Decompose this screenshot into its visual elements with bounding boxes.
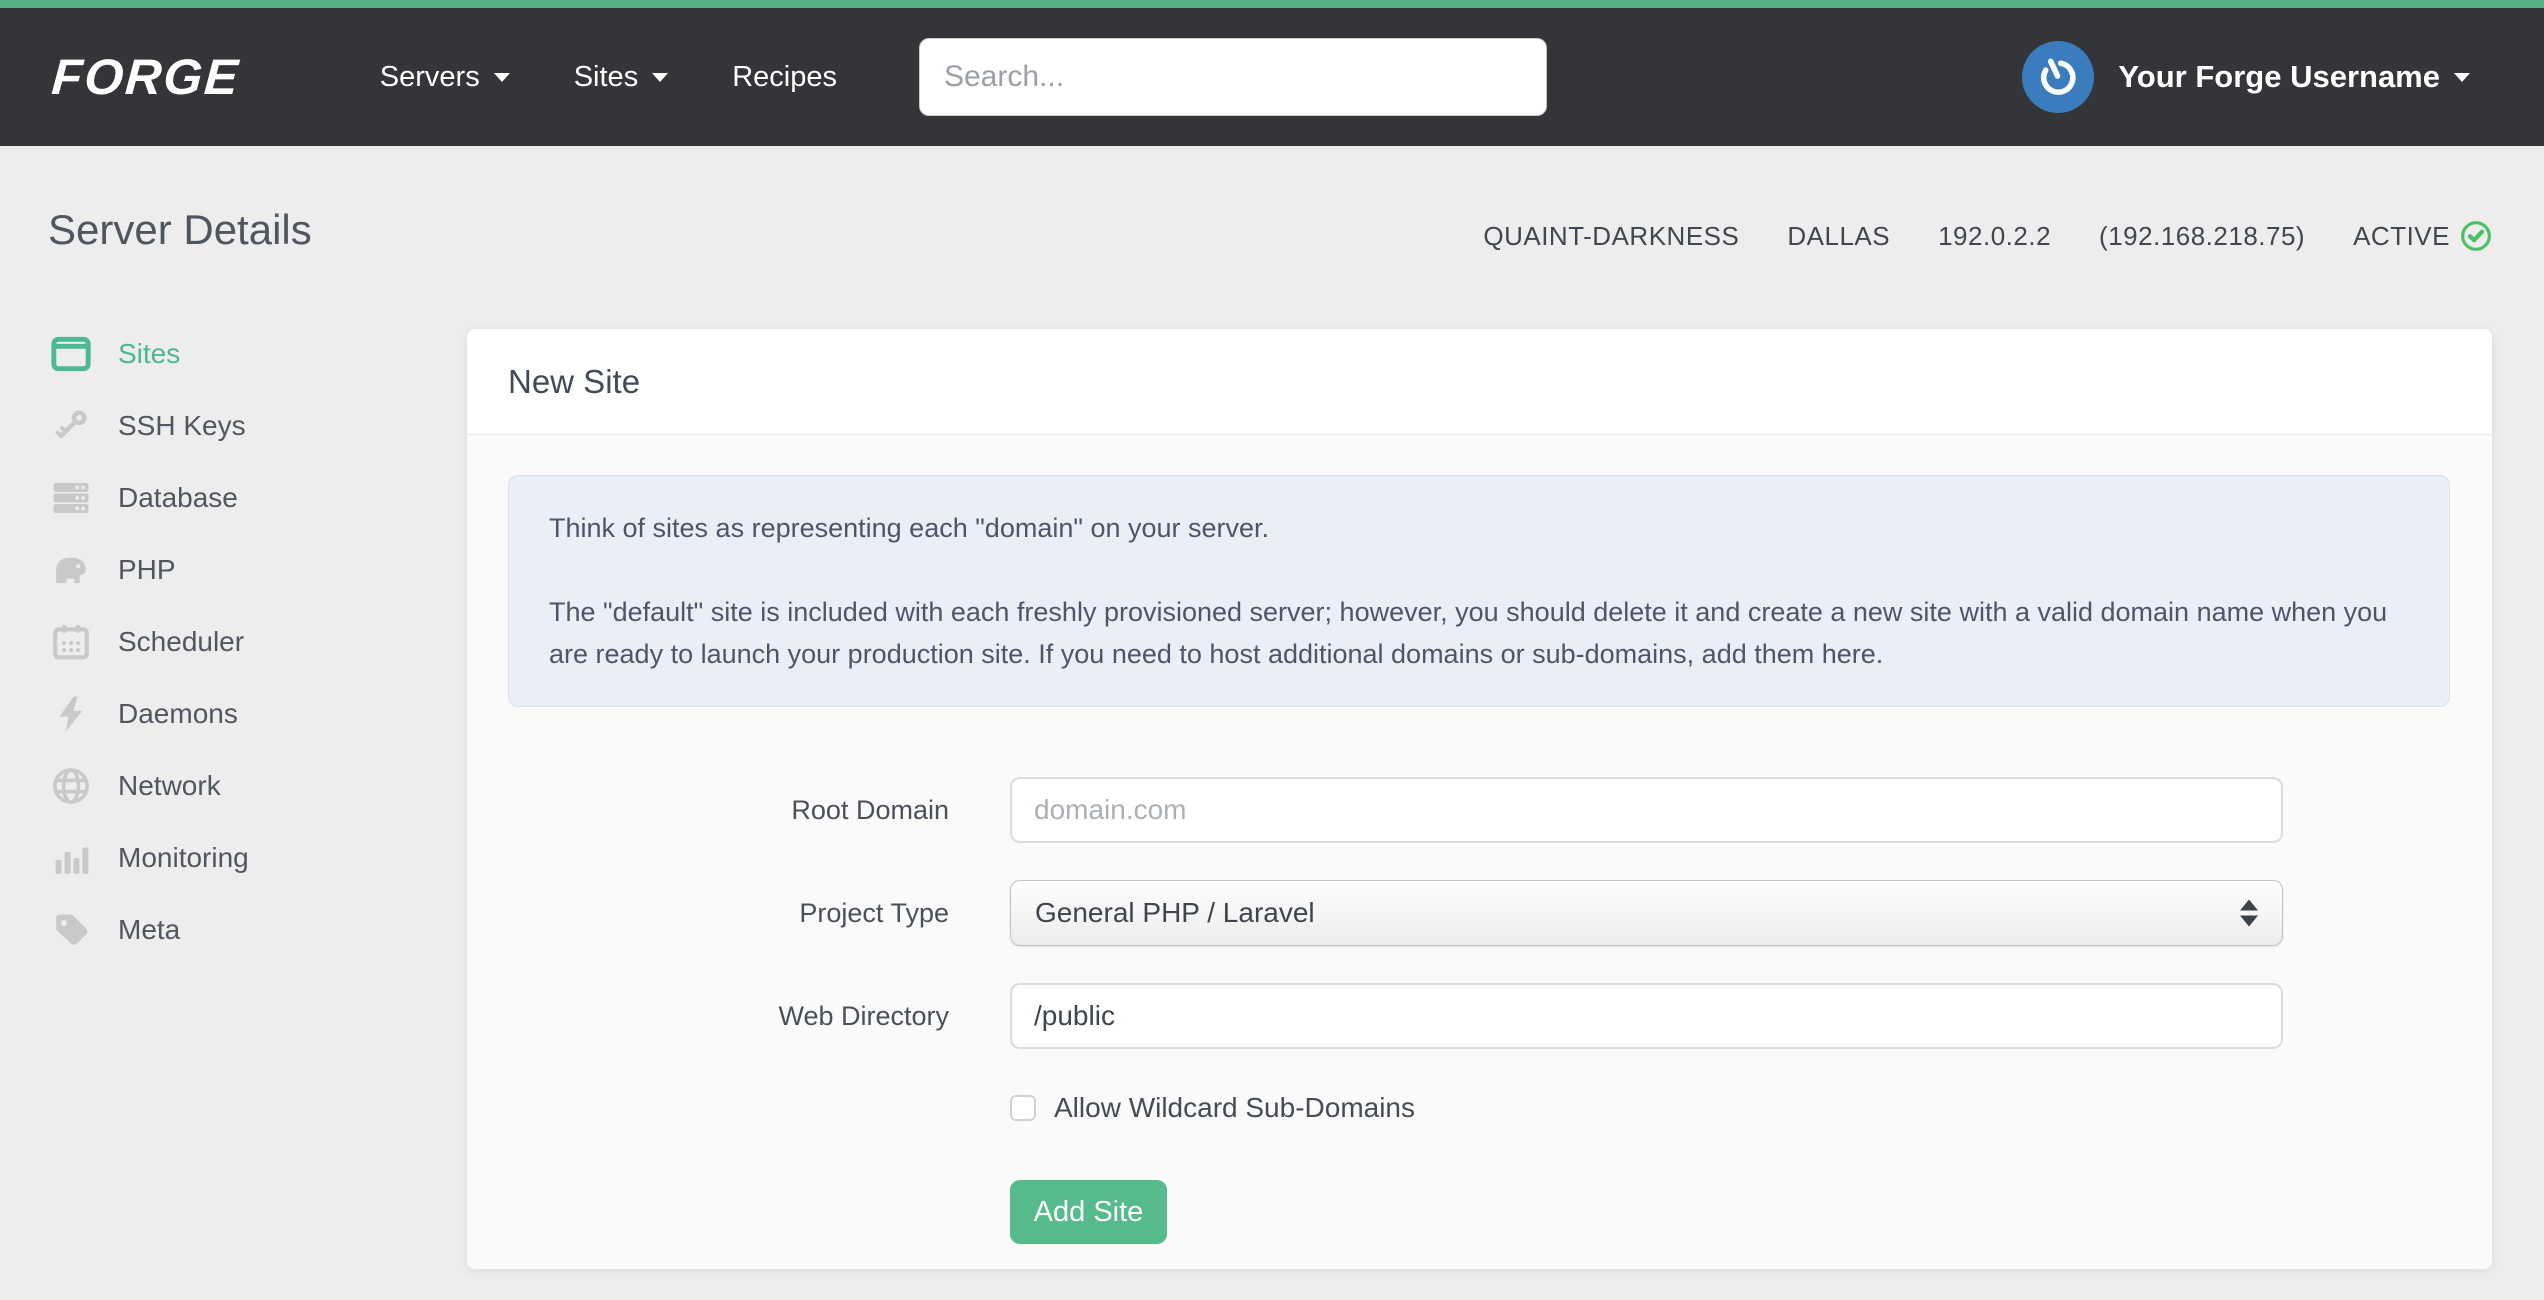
card-title: New Site — [508, 362, 641, 400]
sidebar-item-label: Scheduler — [118, 626, 245, 657]
sidebar-item-label: Monitoring — [118, 842, 249, 873]
chevron-down-icon — [493, 72, 510, 82]
wildcard-subdomains-checkbox[interactable] — [1010, 1095, 1036, 1121]
server-meta: QUAINT-DARKNESS DALLAS 192.0.2.2 (192.16… — [1483, 220, 2492, 252]
card-header: New Site — [467, 329, 2492, 435]
sidebar-item-sites[interactable]: Sites — [48, 318, 448, 390]
sidebar-item-label: Sites — [118, 338, 181, 369]
power-icon — [2041, 58, 2077, 95]
top-navbar: FORGE Servers Sites Recipes Your Forge U… — [0, 8, 2544, 146]
submit-row: Add Site — [1010, 1180, 2450, 1244]
web-directory-input[interactable] — [1010, 983, 2283, 1049]
sidebar-item-network[interactable]: Network — [48, 750, 448, 822]
sidebar-item-label: Meta — [118, 914, 181, 945]
server-region: DALLAS — [1787, 220, 1891, 251]
nav-links: Servers Sites Recipes — [380, 61, 837, 94]
project-type-selected-value: General PHP / Laravel — [1035, 897, 1315, 928]
brand-accent-strip — [0, 0, 2544, 8]
web-directory-row: Web Directory — [508, 983, 2450, 1049]
add-site-button[interactable]: Add Site — [1010, 1180, 1167, 1244]
globe-icon — [48, 765, 94, 807]
nav-item-recipes[interactable]: Recipes — [732, 61, 837, 94]
bolt-icon — [48, 693, 94, 735]
browser-window-icon — [48, 333, 94, 375]
sidebar-item-ssh-keys[interactable]: SSH Keys — [48, 390, 448, 462]
project-type-row: Project Type General PHP / Laravel — [508, 880, 2450, 946]
server-sidebar: Sites SSH Keys Database PHP Scheduler Da… — [48, 318, 448, 966]
nav-item-servers-label: Servers — [379, 60, 480, 93]
key-icon — [48, 405, 94, 447]
wildcard-subdomains-label[interactable]: Allow Wildcard Sub-Domains — [1054, 1092, 1415, 1124]
sidebar-item-monitoring[interactable]: Monitoring — [48, 822, 448, 894]
project-type-label: Project Type — [799, 897, 949, 928]
server-name: QUAINT-DARKNESS — [1483, 220, 1740, 251]
new-site-form: Root Domain Project Type General PHP / L… — [508, 777, 2450, 1244]
root-domain-row: Root Domain — [508, 777, 2450, 843]
nav-item-servers[interactable]: Servers — [380, 61, 510, 94]
server-private-ip: (192.168.218.75) — [2099, 220, 2306, 251]
status-active-check-icon — [2461, 221, 2491, 251]
sidebar-item-database[interactable]: Database — [48, 462, 448, 534]
nav-item-recipes-label: Recipes — [732, 60, 837, 93]
chevron-down-icon — [2454, 72, 2470, 82]
sidebar-item-daemons[interactable]: Daemons — [48, 678, 448, 750]
avatar[interactable] — [2022, 41, 2095, 113]
sidebar-item-label: SSH Keys — [118, 410, 246, 441]
root-domain-input[interactable] — [1010, 777, 2283, 843]
nav-item-sites[interactable]: Sites — [573, 60, 669, 94]
status-label: ACTIVE — [2353, 220, 2450, 251]
alert-paragraph-1: Think of sites as representing each "dom… — [549, 513, 1270, 543]
info-alert: Think of sites as representing each "dom… — [508, 475, 2450, 707]
project-type-select[interactable]: General PHP / Laravel — [1010, 880, 2283, 946]
sidebar-item-label: PHP — [118, 554, 176, 585]
sidebar-item-label: Network — [118, 770, 221, 801]
new-site-card: New Site Think of sites as representing … — [467, 329, 2492, 1269]
bar-chart-icon — [48, 837, 94, 879]
select-stepper-icon — [2240, 899, 2258, 927]
wildcard-subdomains-row: Allow Wildcard Sub-Domains — [1010, 1092, 2450, 1124]
status-badge: ACTIVE — [2353, 220, 2492, 252]
sidebar-item-label: Database — [118, 482, 238, 513]
page-title: Server Details — [48, 206, 312, 253]
sidebar-item-label: Daemons — [118, 698, 238, 729]
username-label: Your Forge Username — [2118, 59, 2440, 94]
user-menu[interactable]: Your Forge Username — [2022, 41, 2470, 113]
chevron-down-icon — [652, 72, 669, 82]
web-directory-label: Web Directory — [778, 1000, 949, 1031]
alert-paragraph-2: The "default" site is included with each… — [549, 597, 2388, 669]
sidebar-item-scheduler[interactable]: Scheduler — [48, 606, 448, 678]
elephant-icon — [48, 549, 94, 591]
sidebar-item-php[interactable]: PHP — [48, 534, 448, 606]
server-ip: 192.0.2.2 — [1938, 220, 2052, 251]
forge-logo[interactable]: FORGE — [50, 48, 242, 106]
search-input[interactable] — [918, 38, 1547, 116]
calendar-icon — [48, 621, 94, 663]
sidebar-item-meta[interactable]: Meta — [48, 894, 448, 966]
card-body: Think of sites as representing each "dom… — [467, 435, 2492, 1244]
nav-item-sites-label: Sites — [573, 60, 639, 93]
database-icon — [48, 477, 94, 519]
root-domain-label: Root Domain — [791, 794, 949, 825]
tag-icon — [48, 909, 94, 951]
